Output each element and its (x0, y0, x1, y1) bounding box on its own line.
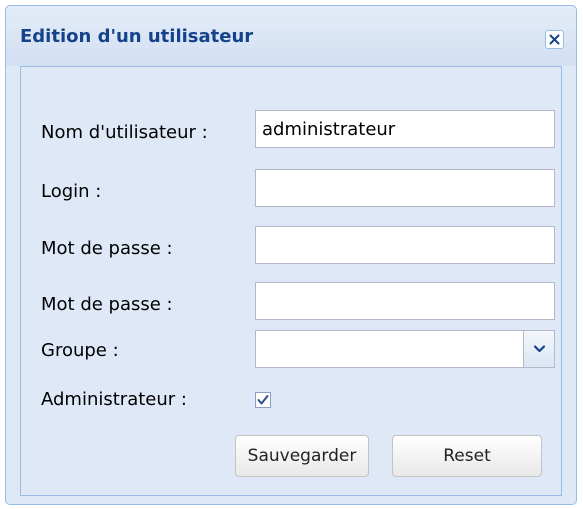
dialog-titlebar[interactable]: Edition d'un utilisateur (6, 6, 576, 66)
close-icon (549, 34, 560, 45)
group-combobox[interactable] (255, 330, 555, 368)
save-button[interactable]: Sauvegarder (235, 435, 369, 477)
chevron-down-icon (534, 345, 545, 353)
group-label: Groupe : (41, 340, 119, 361)
password-label: Mot de passe : (41, 238, 173, 259)
admin-checkbox[interactable] (255, 392, 271, 408)
reset-button[interactable]: Reset (392, 435, 542, 477)
username-input[interactable] (255, 110, 555, 148)
close-button[interactable] (545, 30, 564, 49)
login-label: Login : (41, 181, 102, 202)
checkmark-icon (257, 395, 269, 405)
admin-label: Administrateur : (41, 389, 187, 410)
password-confirm-label: Mot de passe : (41, 294, 173, 315)
form-panel: Nom d'utilisateur : Login : Mot de passe… (20, 66, 562, 496)
login-input[interactable] (255, 169, 555, 207)
user-edit-dialog: Edition d'un utilisateur Nom d'utilisate… (5, 5, 577, 505)
group-combobox-trigger[interactable] (523, 331, 554, 367)
password-confirm-input[interactable] (255, 282, 555, 320)
username-label: Nom d'utilisateur : (41, 122, 208, 143)
dialog-title: Edition d'un utilisateur (20, 26, 254, 47)
password-input[interactable] (255, 226, 555, 264)
